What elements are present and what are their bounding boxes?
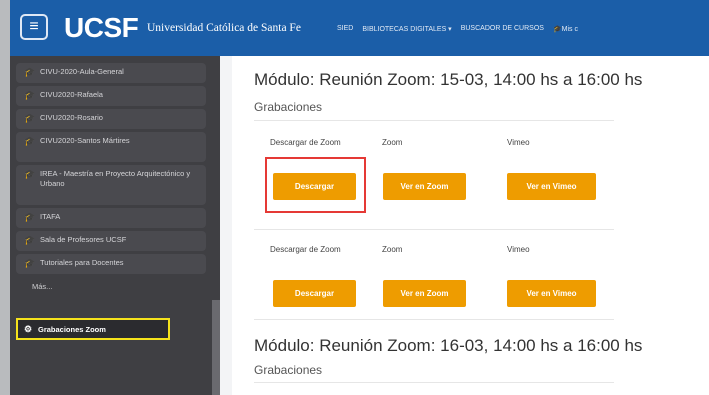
content-card: Módulo: Reunión Zoom: 15-03, 14:00 hs a … xyxy=(232,56,709,395)
sidebar-item-civu-santos-martires[interactable]: 🎓 CIVU2020-Santos Mártires xyxy=(16,132,206,162)
browser-viewport: ≡ UCSF Universidad Católica de Santa Fe … xyxy=(10,0,709,395)
module-title: Módulo: Reunión Zoom: 16-03, 14:00 hs a … xyxy=(254,336,643,355)
column-header-descargar: Descargar de Zoom xyxy=(270,245,341,254)
sidebar-item-tutoriales[interactable]: 🎓 Tutoriales para Docentes xyxy=(16,254,206,274)
nav-link-mis-cursos-label: Mis c xyxy=(561,26,578,33)
module-subtitle: Grabaciones xyxy=(254,363,323,377)
download-button[interactable]: Descargar xyxy=(273,280,356,307)
column-header-zoom: Zoom xyxy=(382,245,403,254)
nav-link-mis-cursos[interactable]: 🎓 Mis c xyxy=(553,25,578,33)
sidebar-item-civu-aula-general[interactable]: 🎓 CIVU-2020-Aula-General xyxy=(16,63,206,83)
graduation-cap-icon: 🎓 xyxy=(24,212,36,222)
view-zoom-button[interactable]: Ver en Zoom xyxy=(383,173,466,200)
sidebar-item-label: ITAFA xyxy=(40,212,61,221)
sidebar-scrollbar[interactable] xyxy=(212,300,220,395)
sidebar-item-label: Grabaciones Zoom xyxy=(38,325,106,334)
site-logo-subtitle[interactable]: Universidad Católica de Santa Fe xyxy=(147,22,301,34)
highlight-box xyxy=(265,157,366,213)
column-header-vimeo: Vimeo xyxy=(507,245,530,254)
sidebar-item-civu-rafaela[interactable]: 🎓 CIVU2020-Rafaela xyxy=(16,86,206,106)
sidebar-item-label: Tutoriales para Docentes xyxy=(40,258,124,267)
module-subtitle: Grabaciones xyxy=(254,100,323,114)
view-zoom-button[interactable]: Ver en Zoom xyxy=(383,280,466,307)
column-header-descargar: Descargar de Zoom xyxy=(270,138,341,147)
sidebar-item-label: IREA - Maestría en Proyecto Arquitectóni… xyxy=(40,169,191,188)
site-logo[interactable]: UCSF xyxy=(64,12,139,44)
module-title: Módulo: Reunión Zoom: 15-03, 14:00 hs a … xyxy=(254,70,643,89)
main-content: Módulo: Reunión Zoom: 15-03, 14:00 hs a … xyxy=(220,56,709,395)
divider xyxy=(254,319,614,320)
sidebar-item-label: CIVU-2020-Aula-General xyxy=(40,67,124,76)
sidebar-item-label: CIVU2020-Rafaela xyxy=(40,90,103,99)
gear-icon: ⚙ xyxy=(24,324,33,334)
nav-link-buscador[interactable]: BUSCADOR DE CURSOS xyxy=(461,25,544,33)
graduation-cap-icon: 🎓 xyxy=(24,90,36,100)
sidebar-item-label: CIVU2020-Santos Mártires xyxy=(40,136,130,145)
sidebar-item-civu-rosario[interactable]: 🎓 CIVU2020-Rosario xyxy=(16,109,206,129)
top-navbar: ≡ UCSF Universidad Católica de Santa Fe … xyxy=(10,0,709,56)
graduation-cap-icon: 🎓 xyxy=(24,136,36,146)
sidebar: 🎓 CIVU-2020-Aula-General 🎓 CIVU2020-Rafa… xyxy=(10,56,220,395)
divider xyxy=(254,120,614,121)
divider xyxy=(254,229,614,230)
nav-link-bibliotecas[interactable]: BIBLIOTECAS DIGITALES ▾ xyxy=(362,25,451,33)
graduation-cap-icon: 🎓 xyxy=(552,26,562,33)
divider xyxy=(254,382,614,383)
sidebar-item-itafa[interactable]: 🎓 ITAFA xyxy=(16,208,206,228)
graduation-cap-icon: 🎓 xyxy=(24,258,36,268)
graduation-cap-icon: 🎓 xyxy=(24,67,36,77)
sidebar-item-irea[interactable]: 🎓 IREA - Maestría en Proyecto Arquitectó… xyxy=(16,165,206,205)
hamburger-icon[interactable]: ≡ xyxy=(20,14,48,40)
sidebar-more-link[interactable]: Más... xyxy=(32,282,52,291)
sidebar-item-label: Sala de Profesores UCSF xyxy=(40,235,127,244)
sidebar-item-sala-profesores[interactable]: 🎓 Sala de Profesores UCSF xyxy=(16,231,206,251)
nav-links: SIED BIBLIOTECAS DIGITALES ▾ BUSCADOR DE… xyxy=(337,25,578,33)
column-header-vimeo: Vimeo xyxy=(507,138,530,147)
view-vimeo-button[interactable]: Ver en Vimeo xyxy=(507,173,596,200)
nav-link-sied[interactable]: SIED xyxy=(337,25,353,33)
sidebar-item-label: CIVU2020-Rosario xyxy=(40,113,103,122)
view-vimeo-button[interactable]: Ver en Vimeo xyxy=(507,280,596,307)
graduation-cap-icon: 🎓 xyxy=(24,113,36,123)
sidebar-item-grabaciones-zoom[interactable]: ⚙ Grabaciones Zoom xyxy=(16,318,170,340)
graduation-cap-icon: 🎓 xyxy=(24,169,36,179)
column-header-zoom: Zoom xyxy=(382,138,403,147)
graduation-cap-icon: 🎓 xyxy=(24,235,36,245)
